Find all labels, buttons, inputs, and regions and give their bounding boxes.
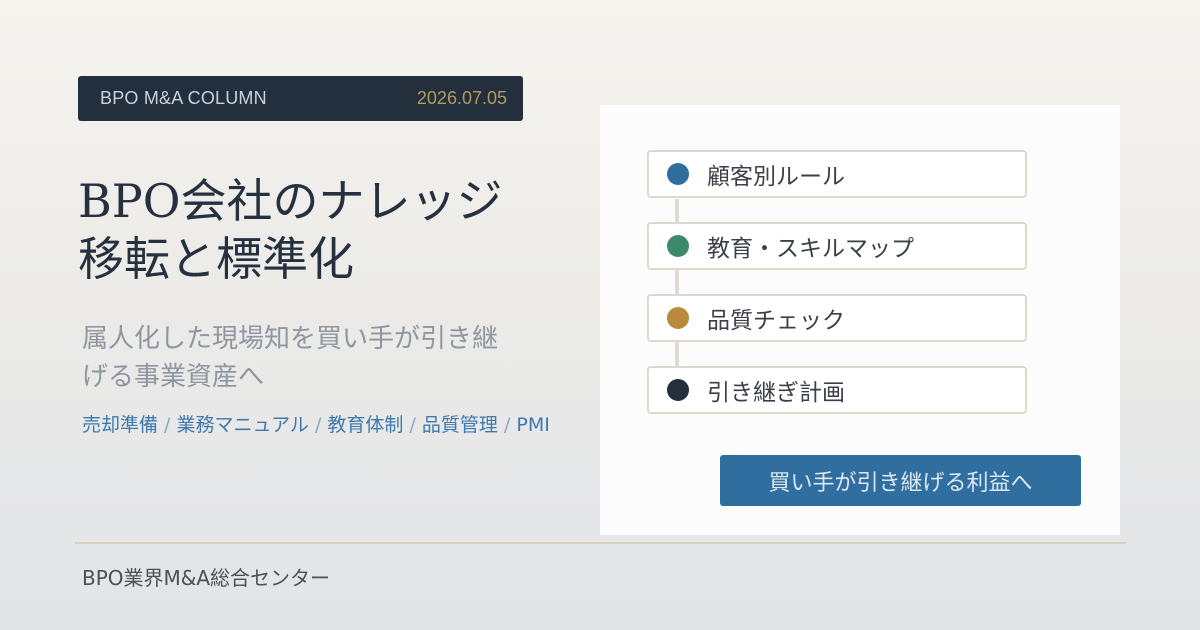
step-dot-icon (667, 307, 689, 329)
tag-separator: / (308, 414, 328, 436)
tag-separator: / (403, 414, 422, 436)
tag-item: 教育体制 (327, 414, 404, 436)
column-header-bar: BPO M&A COLUMN 2026.07.05 (78, 76, 523, 121)
organization-name: BPO業界M&A総合センター (82, 566, 331, 590)
tag-separator: / (497, 414, 517, 436)
process-step: 引き継ぎ計画 (647, 366, 1027, 414)
article-subtitle: 属人化した現場知を買い手が引き継 げる事業資産へ (82, 320, 552, 396)
article-subtitle-line-1: 属人化した現場知を買い手が引き継 (82, 324, 499, 354)
tag-item: 売却準備 (82, 414, 159, 436)
step-dot-icon (667, 379, 689, 401)
step-label: 顧客別ルール (707, 164, 845, 190)
topic-tags: 売却準備 / 業務マニュアル / 教育体制 / 品質管理 / PMI (82, 410, 550, 437)
tag-separator: / (158, 414, 177, 436)
step-dot-icon (667, 163, 689, 185)
step-label: 品質チェック (707, 308, 845, 334)
step-label: 教育・スキルマップ (707, 236, 914, 262)
tag-item: PMI (516, 414, 550, 436)
tag-item: 品質管理 (421, 414, 498, 436)
article-title: BPO会社のナレッジ 移転と標準化 (78, 172, 578, 288)
step-label: 引き継ぎ計画 (707, 380, 845, 406)
process-step: 顧客別ルール (647, 150, 1027, 198)
tag-item: 業務マニュアル (176, 414, 309, 436)
article-title-line-1: BPO会社のナレッジ (78, 174, 503, 228)
article-subtitle-line-2: げる事業資産へ (82, 362, 265, 392)
outcome-banner: 買い手が引き継げる利益へ (720, 455, 1081, 506)
process-step: 品質チェック (647, 294, 1027, 342)
column-category-label: BPO M&A COLUMN (100, 88, 267, 108)
step-dot-icon (667, 235, 689, 257)
article-title-line-2: 移転と標準化 (78, 232, 354, 286)
footer-divider (75, 542, 1126, 544)
process-step: 教育・スキルマップ (647, 222, 1027, 270)
publish-date: 2026.07.05 (416, 88, 507, 108)
